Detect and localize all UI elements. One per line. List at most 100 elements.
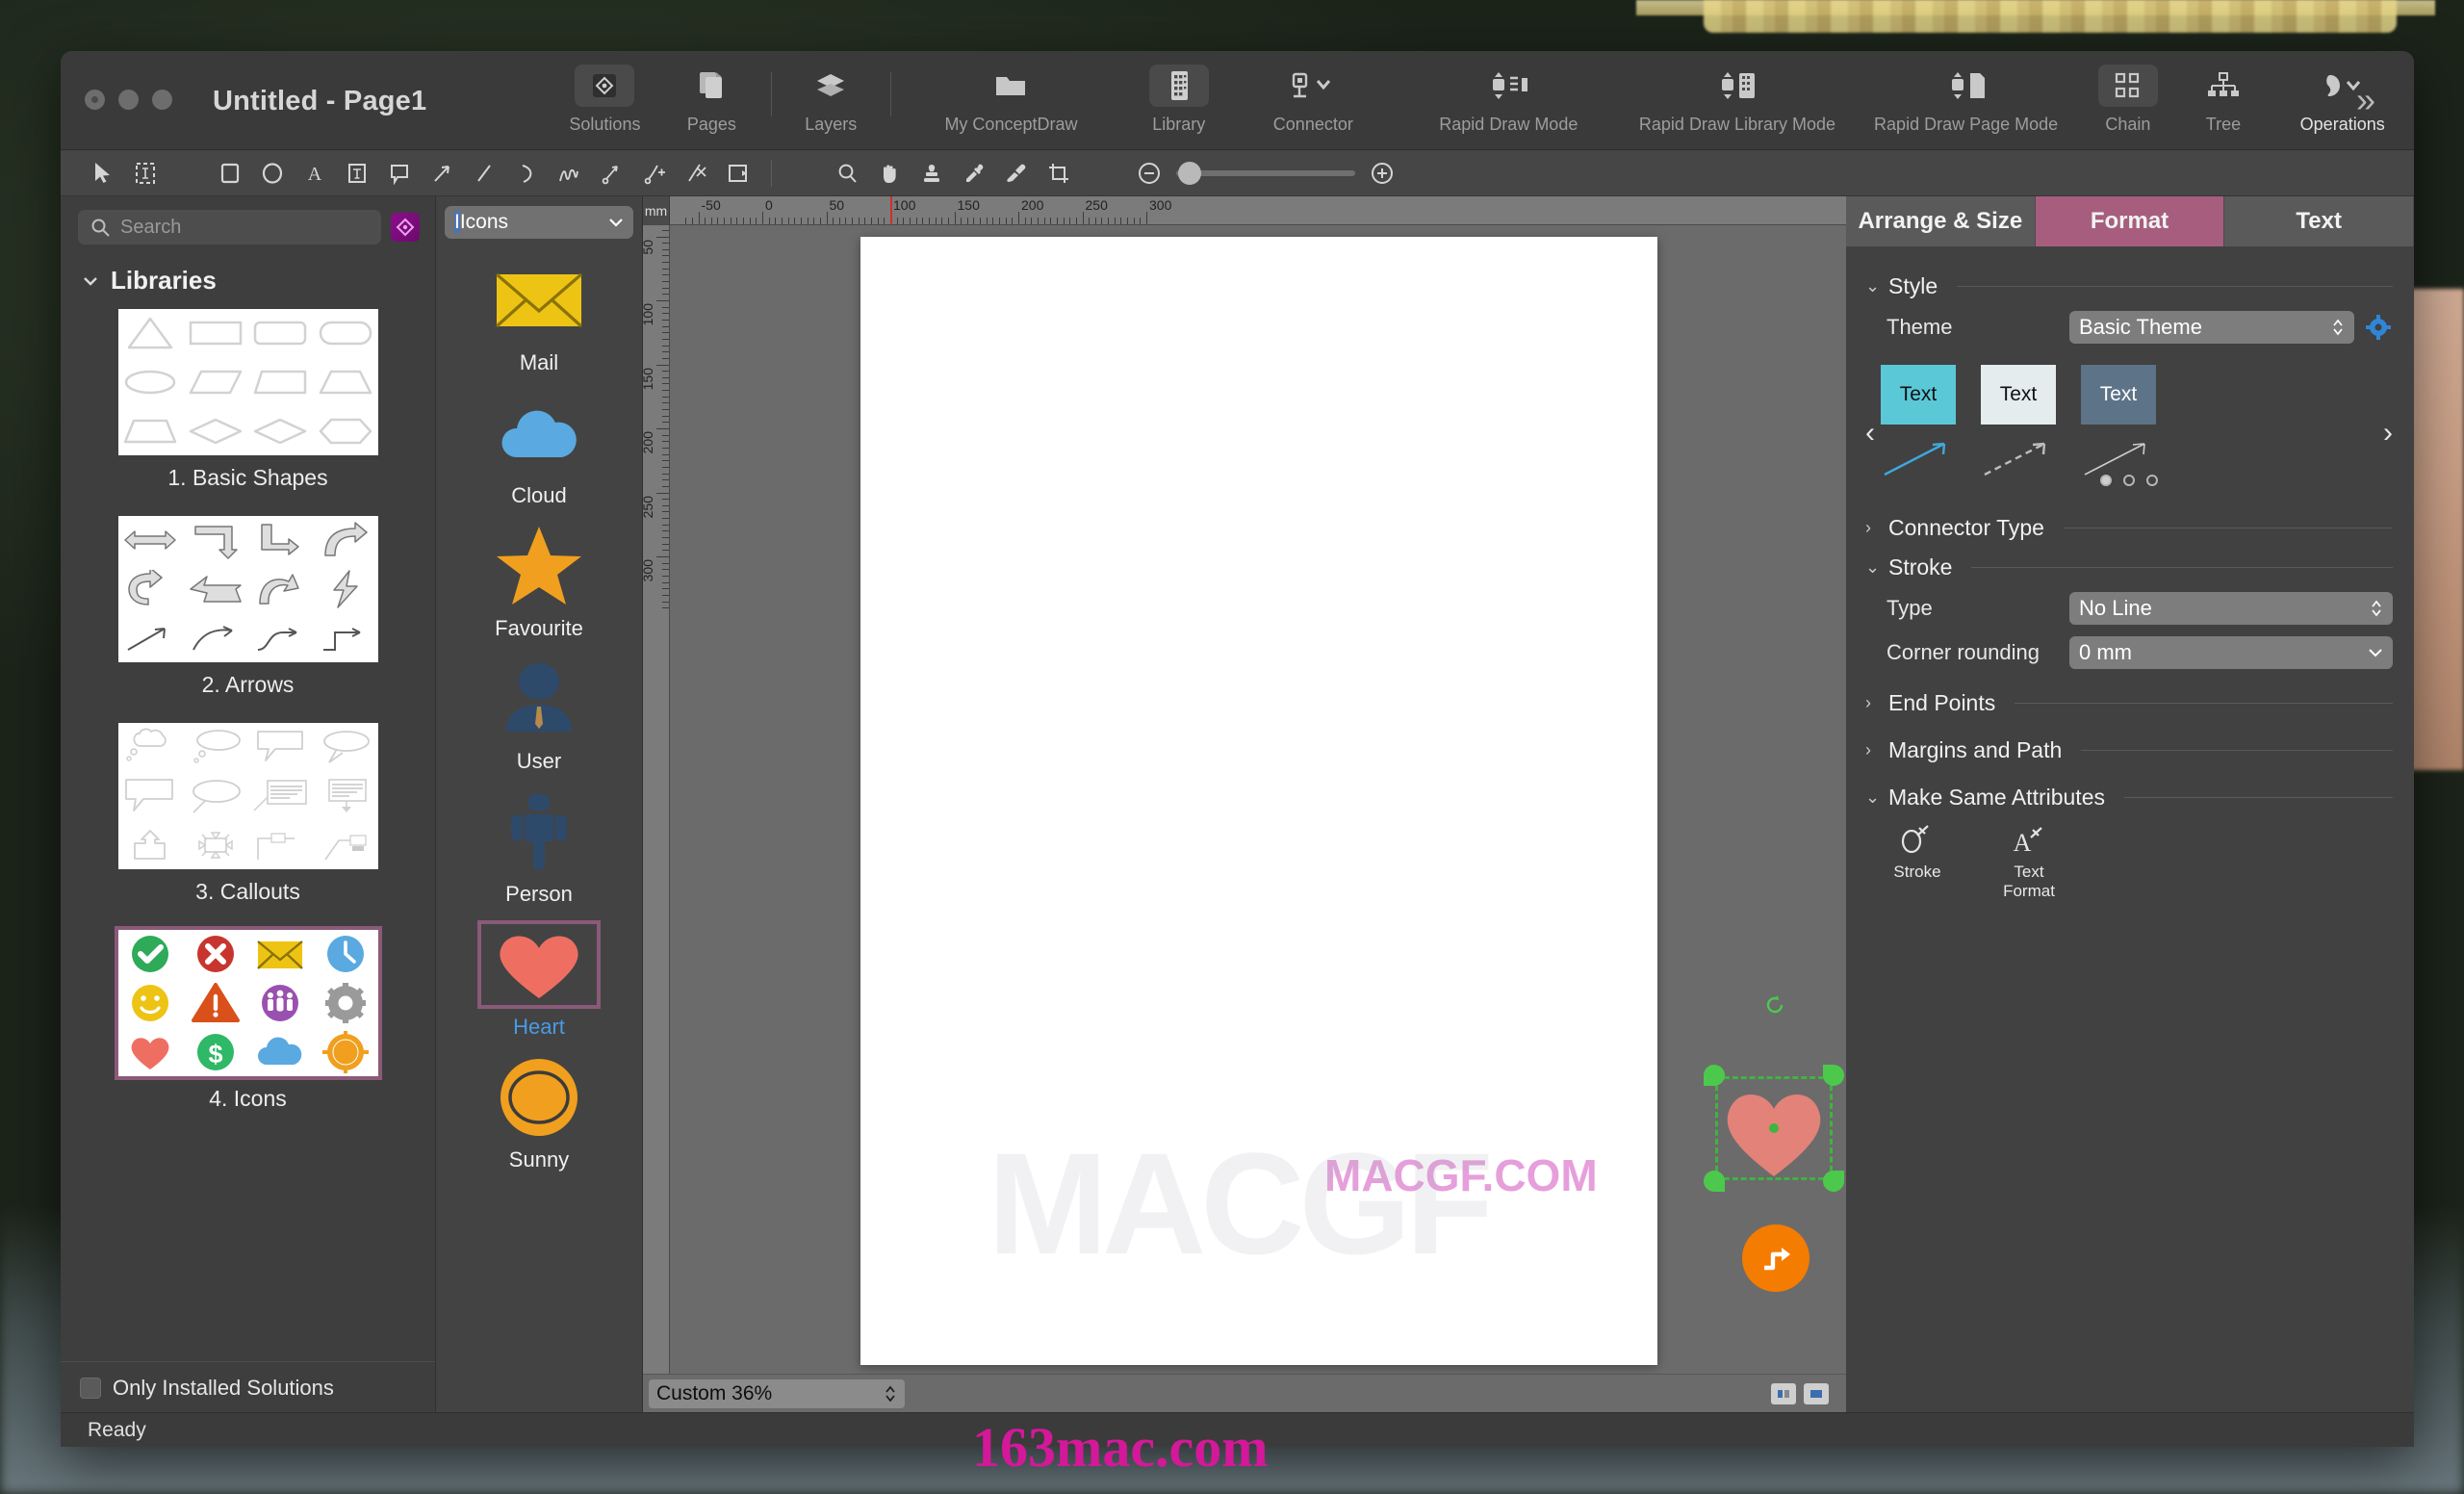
canvas-zoom-slider[interactable]	[1136, 160, 1396, 187]
style-tiles-row[interactable]: Text Text Text	[1881, 365, 2393, 425]
carousel-prev-button[interactable]: ‹	[1865, 417, 1875, 450]
crop-tool[interactable]	[1038, 154, 1080, 193]
library-icon-list[interactable]: Mail Cloud Favourite	[436, 246, 642, 1412]
rotate-handle[interactable]	[1763, 993, 1786, 1021]
carousel-dot-2[interactable]	[2123, 475, 2135, 486]
toolbar-button-rapid-draw-page-mode[interactable]: Rapid Draw Page Mode	[1852, 51, 2081, 135]
make-same-stroke-button[interactable]: Stroke	[1879, 824, 1956, 900]
arrow-connector-tool[interactable]	[421, 154, 463, 193]
toolbar-button-pages[interactable]: Pages	[658, 51, 765, 135]
smart-connector-tool[interactable]	[717, 154, 759, 193]
bezier-tool[interactable]	[590, 154, 632, 193]
paintbrush-tool[interactable]	[995, 154, 1038, 193]
library-icon-sunny[interactable]: Sunny	[436, 1053, 642, 1172]
toolbar-button-operations[interactable]: Operations	[2271, 51, 2414, 135]
toolbar-button-chain[interactable]: Chain	[2080, 51, 2175, 135]
freehand-tool[interactable]	[548, 154, 590, 193]
make-same-text-format-button[interactable]: A Text Format	[1990, 824, 2067, 900]
text-block-tool[interactable]	[336, 154, 378, 193]
tab-arrange-and-size[interactable]: Arrange & Size	[1846, 196, 2036, 246]
checkbox-box[interactable]	[80, 1378, 101, 1399]
section-make-same-attributes[interactable]: ⌄ Make Same Attributes	[1865, 785, 2393, 811]
stroke-type-select[interactable]: No Line	[2069, 592, 2393, 625]
libraries-list[interactable]: 1. Basic Shapes	[61, 296, 435, 1361]
library-icon-heart[interactable]: Heart	[436, 920, 642, 1040]
resize-handle-top-right[interactable]	[1823, 1065, 1844, 1086]
section-connector-type[interactable]: › Connector Type	[1865, 515, 2393, 541]
library-icon-favourite[interactable]: Favourite	[436, 522, 642, 641]
section-stroke[interactable]: ⌄ Stroke	[1865, 554, 2393, 580]
library-icon-cloud[interactable]: Cloud	[436, 389, 642, 508]
single-page-view-button[interactable]	[1771, 1383, 1796, 1404]
solutions-badge-icon[interactable]	[391, 213, 420, 242]
ruler-unit-label[interactable]: mm	[643, 196, 670, 225]
resize-handle-bottom-left[interactable]	[1704, 1171, 1725, 1192]
window-controls[interactable]	[85, 90, 172, 110]
delete-point-tool[interactable]	[675, 154, 717, 193]
selected-shape-heart[interactable]	[1715, 1076, 1833, 1180]
eyedropper-tool[interactable]	[953, 154, 995, 193]
add-connector-button[interactable]	[1742, 1224, 1810, 1292]
section-style[interactable]: ⌄ Style	[1865, 273, 2393, 299]
only-installed-solutions-checkbox[interactable]: Only Installed Solutions	[61, 1361, 435, 1412]
stamp-tool[interactable]	[911, 154, 953, 193]
carousel-dot-1[interactable]	[2100, 475, 2112, 486]
toolbar-button-tree[interactable]: Tree	[2175, 51, 2271, 135]
theme-settings-button[interactable]	[2364, 315, 2393, 340]
library-item-callouts[interactable]: 3. Callouts	[61, 723, 435, 905]
resize-handle-top-left[interactable]	[1704, 1065, 1725, 1086]
toolbar-button-rapid-draw-mode[interactable]: Rapid Draw Mode	[1395, 51, 1624, 135]
library-icon-mail[interactable]: Mail	[436, 256, 642, 375]
section-margins-and-path[interactable]: › Margins and Path	[1865, 737, 2393, 763]
make-same-attributes-buttons[interactable]: Stroke A Text Format	[1879, 824, 2393, 900]
library-icon-person[interactable]: Person	[436, 787, 642, 907]
zoom-in-icon[interactable]	[1369, 160, 1396, 187]
pointer-tool[interactable]	[82, 154, 124, 193]
vertical-ruler[interactable]: 50100150200250300	[643, 225, 670, 1374]
library-item-icons[interactable]: $ 4. Icons	[61, 930, 435, 1112]
carousel-dot-3[interactable]	[2146, 475, 2158, 486]
zoom-slider-track[interactable]	[1176, 170, 1355, 176]
arc-tool[interactable]	[505, 154, 548, 193]
libraries-header[interactable]: Libraries	[61, 252, 435, 296]
tab-text[interactable]: Text	[2224, 196, 2414, 246]
carousel-next-button[interactable]: ›	[2383, 417, 2393, 450]
rectangle-tool[interactable]	[209, 154, 251, 193]
line-tool[interactable]	[463, 154, 505, 193]
library-select-dropdown[interactable]: IIcons	[445, 206, 633, 239]
close-button[interactable]	[85, 90, 105, 110]
search-input[interactable]: Search	[78, 210, 381, 245]
toolbar-button-solutions[interactable]: Solutions	[552, 51, 658, 135]
ellipse-tool[interactable]	[251, 154, 294, 193]
add-point-tool[interactable]	[632, 154, 675, 193]
text-tool[interactable]: A	[294, 154, 336, 193]
toolbar-overflow-button[interactable]: »	[2356, 80, 2375, 120]
maximize-button[interactable]	[152, 90, 172, 110]
horizontal-ruler[interactable]: -50050100150200250300	[670, 196, 1846, 225]
inspector-tabs[interactable]: Arrange & Size Format Text	[1846, 196, 2414, 246]
zoom-tool[interactable]	[826, 154, 868, 193]
resize-handle-bottom-right[interactable]	[1823, 1171, 1844, 1192]
hand-tool[interactable]	[868, 154, 911, 193]
zoom-out-icon[interactable]	[1136, 160, 1163, 187]
multi-page-view-button[interactable]	[1804, 1383, 1829, 1404]
callout-tool[interactable]	[378, 154, 421, 193]
corner-rounding-select[interactable]: 0 mm	[2069, 636, 2393, 669]
zoom-slider-knob[interactable]	[1178, 162, 1201, 185]
toolbar-button-layers[interactable]: Layers	[778, 51, 885, 135]
marquee-select-tool[interactable]	[124, 154, 167, 193]
toolbar-button-library[interactable]: Library	[1125, 51, 1232, 135]
toolbar-button-rapid-draw-library-mode[interactable]: Rapid Draw Library Mode	[1623, 51, 1852, 135]
library-icon-user[interactable]: User	[436, 655, 642, 774]
library-item-arrows[interactable]: 2. Arrows	[61, 516, 435, 698]
zoom-level-select[interactable]: Custom 36%	[649, 1379, 905, 1408]
style-tile-1[interactable]: Text	[1881, 365, 1956, 425]
minimize-button[interactable]	[118, 90, 139, 110]
library-item-basic-shapes[interactable]: 1. Basic Shapes	[61, 309, 435, 491]
style-tile-2[interactable]: Text	[1981, 365, 2056, 425]
canvas-scroll-region[interactable]: MACGF.COM MACGF	[670, 225, 1846, 1374]
section-end-points[interactable]: › End Points	[1865, 690, 2393, 716]
toolbar-button-connector[interactable]: Connector	[1232, 51, 1394, 135]
style-tile-3[interactable]: Text	[2081, 365, 2156, 425]
page-view-buttons[interactable]	[1771, 1383, 1829, 1404]
